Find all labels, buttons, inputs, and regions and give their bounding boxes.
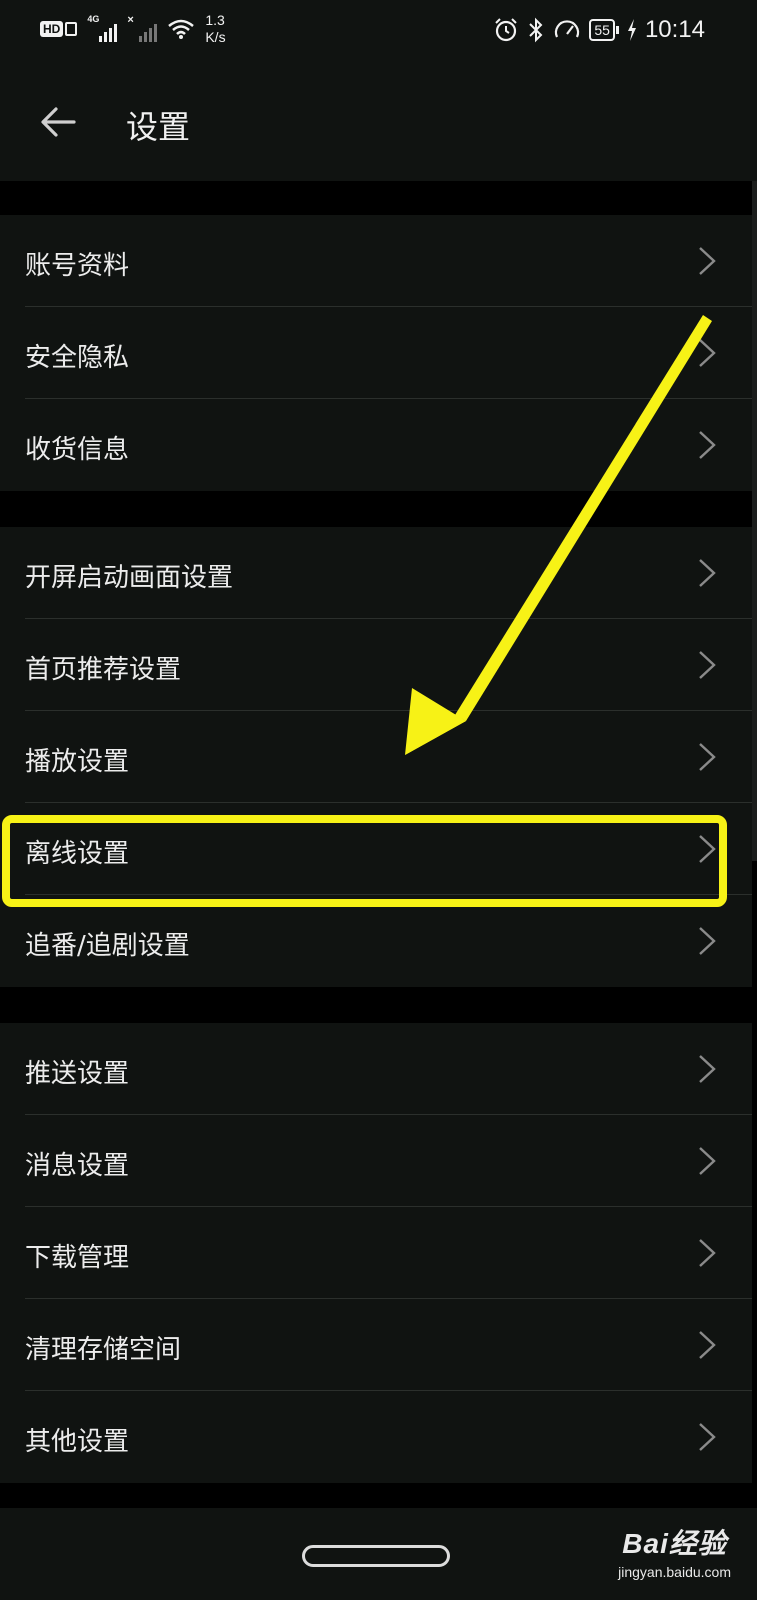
annotation-highlight-box bbox=[2, 815, 727, 907]
status-bar: HD 4G × 1.3 K/s 55 10:14 bbox=[0, 0, 757, 64]
settings-item-other[interactable]: 其他设置 bbox=[0, 1391, 752, 1483]
clock: 10:14 bbox=[644, 16, 705, 43]
network-speed: 1.3 K/s bbox=[205, 12, 225, 46]
settings-item-shipping-info[interactable]: 收货信息 bbox=[0, 399, 752, 491]
page-title: 设置 bbox=[126, 108, 191, 146]
settings-group-account: 账号资料 安全隐私 收货信息 bbox=[0, 215, 752, 491]
settings-group-general: 推送设置 消息设置 下载管理 清理存储空间 其他设置 bbox=[0, 1023, 752, 1483]
signal-no-service-icon: × bbox=[127, 14, 158, 42]
lock-icon bbox=[65, 22, 78, 36]
settings-item-security-privacy[interactable]: 安全隐私 bbox=[0, 307, 752, 399]
alarm-icon bbox=[495, 18, 518, 42]
hd-voice-icon: HD bbox=[40, 21, 78, 37]
settings-item-label: 收货信息 bbox=[25, 435, 130, 465]
data-saver-icon bbox=[555, 20, 580, 38]
signal-4g-icon: 4G bbox=[87, 14, 118, 42]
network-type-label: 4G bbox=[87, 14, 100, 24]
settings-item-home-recommend[interactable]: 首页推荐设置 bbox=[0, 619, 752, 711]
settings-item-label: 推送设置 bbox=[25, 1059, 130, 1089]
chevron-right-icon bbox=[699, 1423, 716, 1451]
settings-item-clear-storage[interactable]: 清理存储空间 bbox=[0, 1299, 752, 1391]
chevron-right-icon bbox=[699, 651, 716, 679]
charging-icon bbox=[627, 19, 636, 41]
settings-item-messages[interactable]: 消息设置 bbox=[0, 1115, 752, 1207]
scroll-indicator bbox=[752, 181, 757, 861]
chevron-right-icon bbox=[699, 559, 716, 587]
wifi-icon bbox=[168, 19, 195, 39]
speed-unit: K/s bbox=[205, 29, 226, 45]
settings-item-follow-series[interactable]: 追番/追剧设置 bbox=[0, 895, 752, 987]
chevron-right-icon bbox=[699, 339, 716, 367]
settings-item-push[interactable]: 推送设置 bbox=[0, 1023, 752, 1115]
settings-item-label: 追番/追剧设置 bbox=[25, 931, 190, 961]
status-right: 55 10:14 bbox=[493, 16, 705, 44]
chevron-right-icon bbox=[699, 247, 716, 275]
settings-item-splash-screen[interactable]: 开屏启动画面设置 bbox=[0, 527, 752, 619]
battery-icon: 55 bbox=[589, 19, 619, 41]
settings-item-account-profile[interactable]: 账号资料 bbox=[0, 215, 752, 307]
chevron-right-icon bbox=[699, 927, 716, 955]
chevron-right-icon bbox=[699, 743, 716, 771]
status-left: HD 4G × 1.3 K/s bbox=[40, 12, 226, 46]
chevron-right-icon bbox=[699, 1239, 716, 1267]
back-button[interactable] bbox=[36, 100, 80, 144]
chevron-right-icon bbox=[699, 1331, 716, 1359]
settings-item-label: 清理存储空间 bbox=[25, 1335, 182, 1365]
settings-item-label: 播放设置 bbox=[25, 747, 130, 777]
settings-item-label: 账号资料 bbox=[25, 251, 130, 281]
bluetooth-icon bbox=[529, 17, 543, 43]
settings-group-playback: 开屏启动画面设置 首页推荐设置 播放设置 离线设置 追番/追剧设置 bbox=[0, 527, 752, 987]
chevron-right-icon bbox=[699, 1147, 716, 1175]
watermark-logo: Bai经验 bbox=[622, 1528, 727, 1559]
chevron-right-icon bbox=[699, 1055, 716, 1083]
hd-label: HD bbox=[40, 21, 64, 37]
settings-item-label: 下载管理 bbox=[25, 1243, 130, 1273]
settings-item-label: 安全隐私 bbox=[25, 343, 130, 373]
chevron-right-icon bbox=[699, 431, 716, 459]
app-bar: 设置 bbox=[0, 64, 757, 181]
settings-item-label: 其他设置 bbox=[25, 1427, 130, 1457]
settings-item-label: 消息设置 bbox=[25, 1151, 130, 1181]
settings-item-playback[interactable]: 播放设置 bbox=[0, 711, 752, 803]
settings-item-download-manager[interactable]: 下载管理 bbox=[0, 1207, 752, 1299]
watermark-url: jingyan.baidu.com bbox=[618, 1564, 731, 1580]
settings-item-label: 开屏启动画面设置 bbox=[25, 563, 234, 593]
settings-item-label: 首页推荐设置 bbox=[25, 655, 182, 685]
battery-level: 55 bbox=[589, 19, 615, 41]
baidu-jingyan-watermark: Bai经验 jingyan.baidu.com bbox=[618, 1522, 731, 1580]
speed-value: 1.3 bbox=[205, 12, 225, 28]
home-gesture-handle[interactable] bbox=[302, 1545, 450, 1567]
arrow-left-icon bbox=[41, 107, 76, 137]
